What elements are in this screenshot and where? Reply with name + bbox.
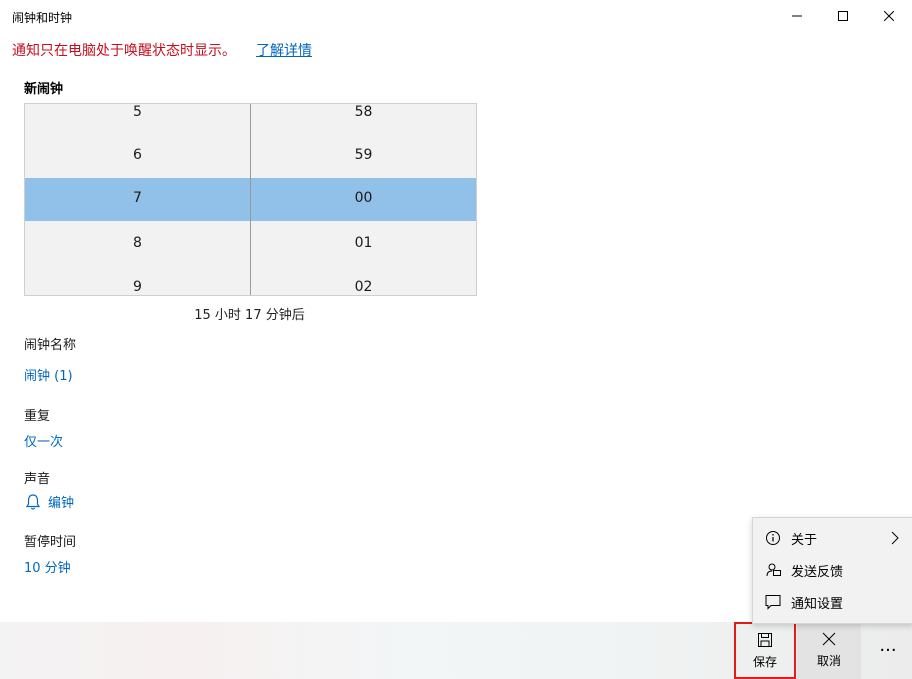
menu-item-label: 关于 xyxy=(791,532,818,548)
menu-item-about[interactable]: 关于 xyxy=(753,523,912,553)
overflow-menu: 关于 发送反馈 通知设置 xyxy=(752,517,912,624)
title-bar: 闹钟和时钟 xyxy=(0,0,912,32)
hour-option[interactable]: 9 xyxy=(25,279,250,295)
minute-option-selected[interactable]: 00 xyxy=(251,190,476,206)
bell-icon xyxy=(25,493,41,510)
time-picker: 5 6 7 8 9 58 59 00 01 02 xyxy=(24,103,477,296)
close-button[interactable] xyxy=(866,0,912,32)
feedback-icon xyxy=(764,561,782,579)
hour-option[interactable]: 8 xyxy=(25,235,250,251)
maximize-button[interactable] xyxy=(820,0,866,32)
menu-item-send-feedback[interactable]: 发送反馈 xyxy=(753,555,912,585)
notification-notice: 通知只在电脑处于唤醒状态时显示。 xyxy=(12,43,236,59)
repeat-label: 重复 xyxy=(24,409,51,424)
minute-option[interactable]: 58 xyxy=(251,104,476,120)
hour-option[interactable]: 6 xyxy=(25,147,250,163)
repeat-value[interactable]: 仅一次 xyxy=(24,431,63,450)
chevron-right-icon xyxy=(891,531,899,545)
close-icon xyxy=(822,632,836,646)
menu-item-notification-settings[interactable]: 通知设置 xyxy=(753,587,912,617)
app-title: 闹钟和时钟 xyxy=(12,11,73,25)
alarm-name-label: 闹钟名称 xyxy=(24,338,77,353)
snooze-value[interactable]: 10 分钟 xyxy=(24,557,71,576)
info-icon xyxy=(764,529,782,547)
sound-value: 编钟 xyxy=(48,496,75,511)
snooze-label: 暂停时间 xyxy=(24,535,77,550)
minute-column[interactable]: 58 59 00 01 02 xyxy=(251,104,476,295)
sound-label: 声音 xyxy=(24,472,51,487)
minimize-icon xyxy=(792,15,802,17)
menu-item-label: 发送反馈 xyxy=(791,564,844,580)
page-title: 新闹钟 xyxy=(24,82,64,97)
countdown-text: 15 小时 17 分钟后 xyxy=(194,308,305,323)
save-highlight-box xyxy=(734,622,796,679)
cancel-button[interactable]: 取消 xyxy=(797,622,861,679)
cancel-label: 取消 xyxy=(816,654,841,668)
hour-option-selected[interactable]: 7 xyxy=(25,190,250,206)
minute-option[interactable]: 59 xyxy=(251,147,476,163)
minute-option[interactable]: 02 xyxy=(251,279,476,295)
menu-item-label: 通知设置 xyxy=(791,596,844,612)
sound-selector[interactable]: 编钟 xyxy=(24,492,74,511)
alarm-name-value[interactable]: 闹钟 (1) xyxy=(24,365,73,384)
learn-more-link[interactable]: 了解详情 xyxy=(256,40,312,60)
more-icon: ··· xyxy=(879,640,897,661)
minimize-button[interactable] xyxy=(774,0,820,32)
chat-icon xyxy=(764,593,782,611)
minute-option[interactable]: 01 xyxy=(251,235,476,251)
more-options-button[interactable]: ··· xyxy=(864,622,912,679)
hour-option[interactable]: 5 xyxy=(25,104,250,120)
hour-column[interactable]: 5 6 7 8 9 xyxy=(25,104,250,295)
close-icon xyxy=(884,11,894,21)
maximize-icon xyxy=(838,11,848,21)
